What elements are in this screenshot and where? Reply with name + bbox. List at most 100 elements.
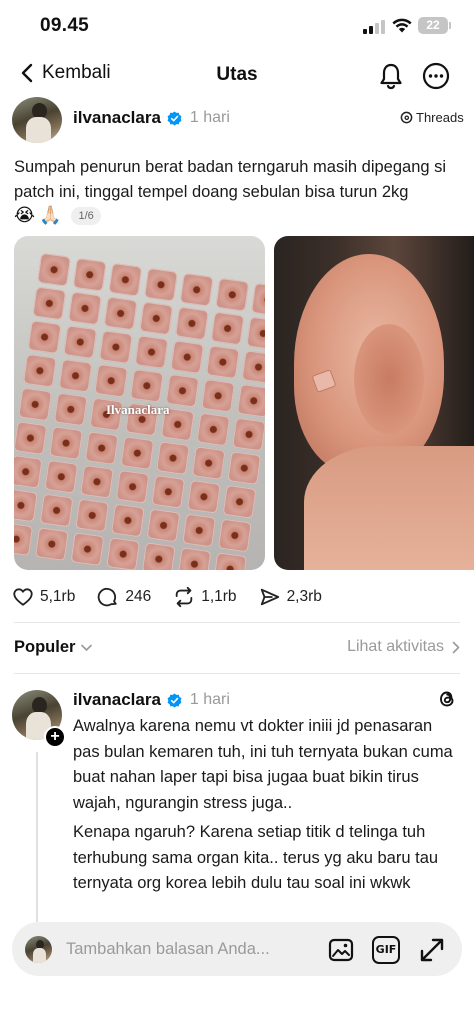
battery-indicator: 22 — [418, 17, 451, 34]
divider — [14, 673, 460, 674]
patch-tile — [236, 383, 265, 418]
chevron-left-icon — [21, 63, 33, 83]
share-button[interactable]: 2,3rb — [259, 586, 322, 608]
patch-tile — [134, 335, 169, 370]
post-image-ear[interactable] — [274, 236, 474, 570]
patch-tile — [22, 353, 57, 388]
patch-tile — [120, 436, 155, 471]
post-username[interactable]: ilvanaclara — [73, 108, 161, 128]
patch-tile — [49, 426, 83, 461]
post-time: 1 hari — [189, 109, 230, 126]
bell-icon[interactable] — [376, 61, 406, 91]
patch-tile — [14, 454, 43, 489]
post-image-carousel[interactable]: Ilvanaclara — [14, 236, 474, 570]
sort-dropdown[interactable]: Populer — [14, 638, 93, 657]
image-page-indicator: 1/6 — [71, 207, 101, 225]
sort-label: Populer — [14, 638, 76, 656]
thread-line — [36, 752, 38, 922]
threads-source-tag[interactable]: Threads — [400, 110, 464, 125]
patch-tile — [98, 330, 133, 365]
threads-logo-icon — [400, 111, 413, 124]
chevron-right-icon — [452, 641, 460, 653]
patch-tile — [108, 262, 143, 297]
image-icon[interactable] — [327, 936, 355, 964]
patch-tile — [129, 368, 164, 403]
share-count: 2,3rb — [286, 588, 322, 605]
signal-icon — [363, 20, 385, 34]
expand-icon[interactable] — [418, 936, 446, 964]
heart-icon — [13, 588, 33, 606]
comment-button[interactable]: 246 — [97, 586, 151, 608]
patch-tile — [146, 508, 181, 543]
back-label: Kembali — [42, 62, 111, 83]
repost-button[interactable]: 1,1rb — [173, 586, 237, 608]
follow-plus-button[interactable]: + — [44, 726, 66, 748]
patch-tile — [191, 446, 226, 481]
status-time: 09.45 — [40, 15, 90, 36]
composer-avatar — [25, 936, 52, 963]
patch-tile — [14, 421, 48, 456]
patch-tile — [196, 412, 231, 447]
status-bar: 09.45 22 — [0, 0, 474, 52]
reply-text-paragraph-1: Awalnya karena nemu vt dokter iniii jd p… — [73, 717, 453, 812]
patch-tile — [110, 503, 145, 538]
comment-icon — [98, 587, 118, 607]
patch-tile — [44, 459, 79, 494]
patch-tile — [103, 296, 138, 331]
post-avatar[interactable] — [12, 97, 62, 143]
view-activity-link[interactable]: Lihat aktivitas — [347, 638, 460, 656]
replies-sort-row: Populer Lihat aktivitas — [14, 638, 460, 660]
like-button[interactable]: 5,1rb — [12, 586, 75, 608]
patch-tile — [70, 532, 105, 567]
more-icon[interactable] — [422, 62, 450, 90]
patch-tile — [75, 498, 110, 533]
patch-tile — [251, 282, 265, 317]
patch-tile — [215, 277, 250, 312]
post-actions: 5,1rb 246 1,1rb 2,3rb — [12, 584, 344, 610]
patch-tile — [179, 272, 214, 307]
patch-tile — [32, 286, 67, 321]
patch-tile — [14, 522, 34, 557]
back-button[interactable]: Kembali — [20, 62, 111, 84]
patch-tile — [58, 358, 93, 393]
like-count: 5,1rb — [40, 588, 76, 605]
patch-tile — [14, 488, 38, 523]
patch-tile — [246, 316, 265, 351]
patch-tile — [94, 363, 129, 398]
post-author: ilvanaclara 1 hari — [73, 108, 230, 128]
patch-tile — [53, 392, 88, 427]
reply-input[interactable] — [66, 937, 316, 961]
patch-tile — [213, 552, 248, 570]
patch-tile — [72, 257, 107, 292]
patch-tile — [241, 350, 265, 385]
patch-tile — [141, 542, 176, 570]
post-text: Sumpah penurun berat badan terngaruh mas… — [14, 158, 447, 201]
comment-count: 246 — [125, 588, 152, 605]
patch-tile — [106, 537, 141, 570]
patch-tile — [177, 547, 212, 570]
patch-tile — [201, 378, 236, 413]
threads-logo-icon[interactable] — [436, 688, 458, 710]
patch-tile — [222, 484, 257, 519]
reply-username[interactable]: ilvanaclara — [73, 690, 161, 710]
patch-tile — [144, 267, 178, 302]
view-activity-label: Lihat aktivitas — [347, 638, 444, 655]
patch-tile — [84, 431, 119, 466]
patch-tile — [217, 518, 252, 553]
post-emoji-line: 😭 🙏🏻 1/6 — [14, 205, 101, 227]
reply-text-paragraph-2: Kenapa ngaruh? Karena setiap titik d tel… — [73, 823, 439, 892]
patch-tile — [63, 325, 98, 360]
repost-icon — [175, 586, 193, 608]
gif-button[interactable]: GIF — [372, 936, 400, 964]
patch-tile — [156, 441, 190, 476]
thread-header: Kembali Utas — [0, 52, 474, 100]
threads-source-label: Threads — [416, 110, 464, 125]
patch-tile — [80, 464, 114, 499]
verified-badge-icon — [167, 110, 182, 126]
reply-author: ilvanaclara 1 hari — [73, 690, 230, 710]
crying-emoji: 😭 — [14, 205, 36, 226]
post-image-patch-sheet[interactable]: Ilvanaclara — [14, 236, 265, 570]
patch-tile — [210, 311, 245, 346]
patch-tile — [151, 474, 186, 509]
reply-time: 1 hari — [189, 691, 230, 708]
